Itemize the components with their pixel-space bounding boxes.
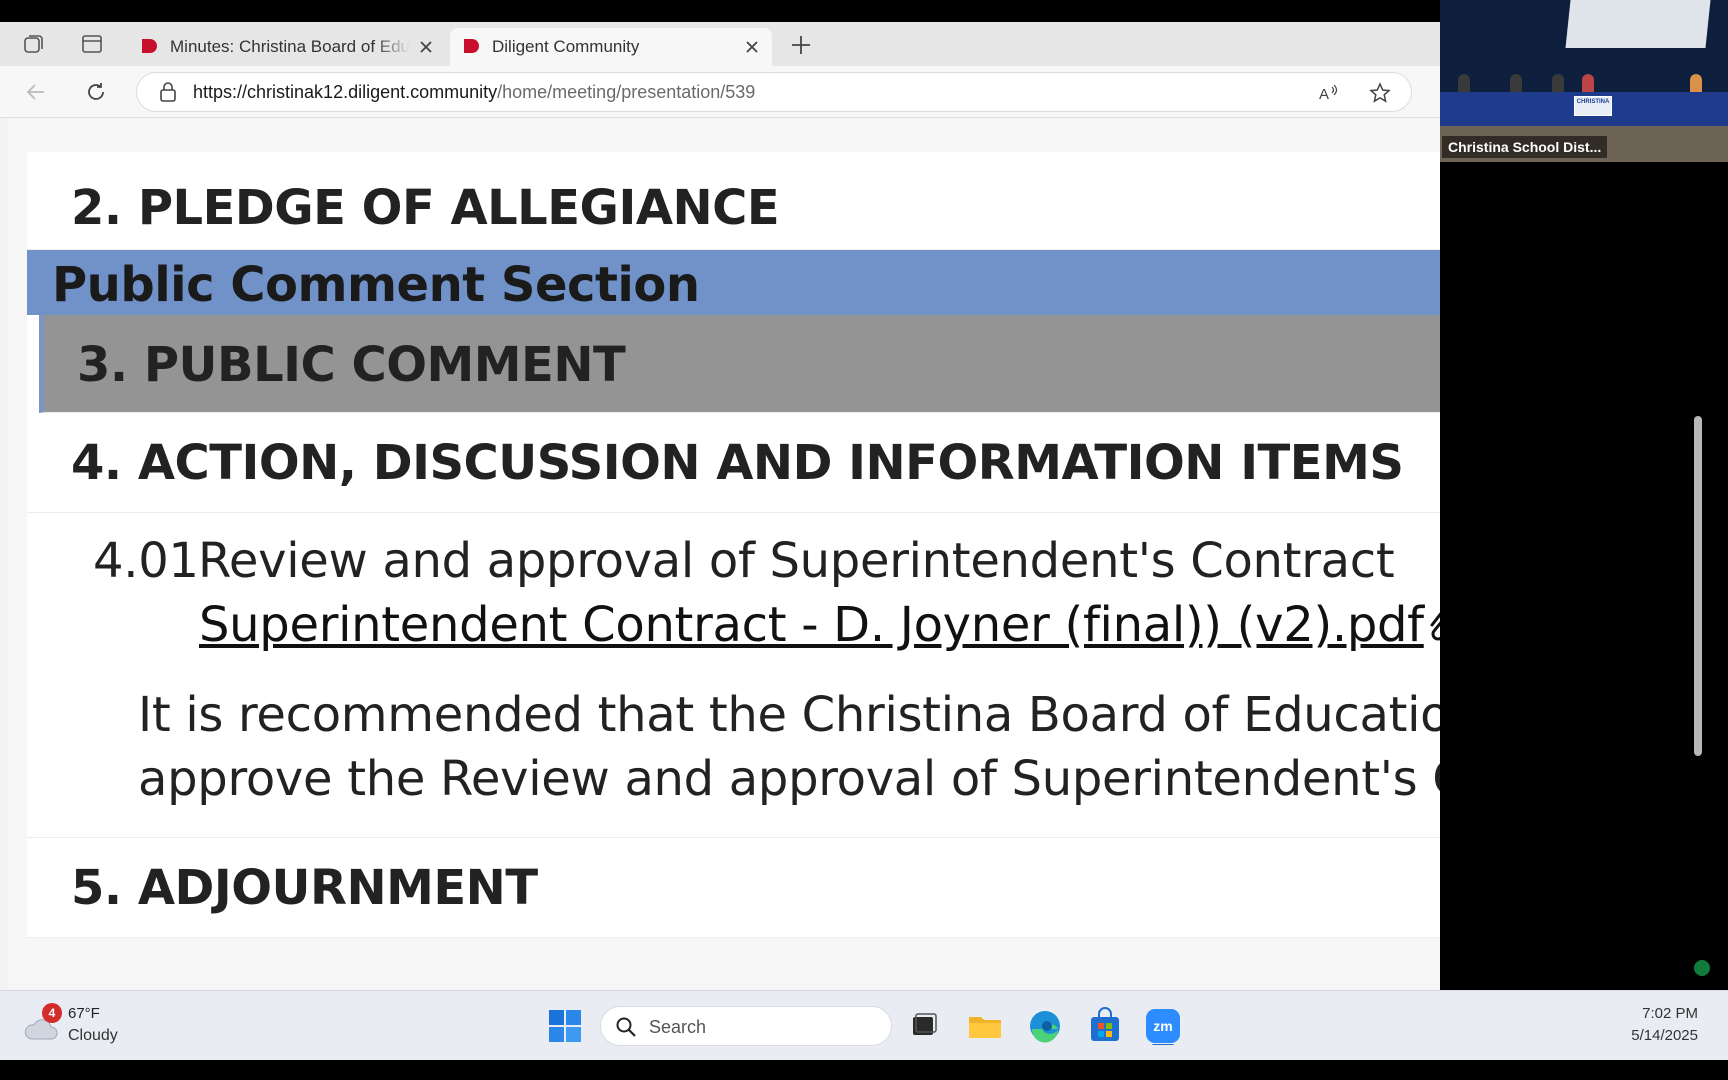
sub-item-title: Review and approval of Superintendent's … [198, 533, 1395, 589]
agenda-item-title: 2. PLEDGE OF ALLEGIANCE [71, 180, 780, 236]
read-aloud-icon[interactable]: A [1317, 82, 1339, 104]
address-bar[interactable]: https://christinak12.diligent.community/… [136, 72, 1412, 112]
sub-item-heading: 4.01Review and approval of Superintenden… [93, 533, 1440, 589]
weather-widget[interactable]: 4 67°F Cloudy [22, 1003, 182, 1051]
participant-figure [1510, 74, 1522, 94]
close-tab-icon[interactable] [416, 37, 436, 57]
participant-label: Christina School Dist... [1442, 136, 1608, 158]
url-host: https://christinak12.diligent.community [193, 81, 498, 102]
attachment-filename: Superintendent Contract - D. Joyner (fin… [199, 597, 1424, 653]
clock-time[interactable]: 7:02 PM [1642, 1005, 1698, 1022]
agenda-sub-item[interactable]: 4.01Review and approval of Superintenden… [27, 513, 1440, 838]
weather-condition: Cloudy [68, 1027, 118, 1044]
favorite-star-icon[interactable] [1369, 82, 1391, 104]
tab-title: Minutes: Christina Board of Educa [170, 37, 410, 56]
attachment-link[interactable]: Superintendent Contract - D. Joyner (fin… [199, 597, 1440, 653]
back-icon[interactable] [24, 80, 48, 104]
file-explorer-icon[interactable] [966, 1007, 1004, 1045]
participant-figure [1690, 74, 1702, 94]
diligent-favicon-icon [142, 39, 157, 53]
agenda-item-pledge[interactable]: 2. PLEDGE OF ALLEGIANCE [27, 152, 1440, 250]
agenda-item-title: 5. ADJOURNMENT [71, 860, 538, 916]
taskbar-search[interactable]: Search [600, 1006, 892, 1046]
zoom-video-thumbnail[interactable]: CHRISTINA Christina School Dist... [1440, 0, 1728, 162]
notification-badge: 4 [42, 1003, 62, 1023]
agenda-item-title: 4. ACTION, DISCUSSION AND INFORMATION IT… [71, 435, 1404, 491]
participant-figure [1458, 74, 1470, 94]
district-banner: CHRISTINA [1574, 96, 1612, 116]
agenda-item-adjournment[interactable]: 5. ADJOURNMENT [27, 838, 1440, 938]
windows-taskbar: 4 67°F Cloudy Search zm 7:02 PM 5/14/202… [0, 990, 1728, 1060]
section-title: Public Comment Section [52, 257, 700, 313]
status-indicator-dot [1694, 960, 1710, 976]
new-tab-icon[interactable] [790, 34, 812, 56]
tab-strip: Minutes: Christina Board of Educa Dilige… [0, 22, 1440, 66]
participant-figure [1552, 74, 1564, 94]
paperclip-icon [1430, 611, 1440, 641]
agenda-item-action[interactable]: 4. ACTION, DISCUSSION AND INFORMATION IT… [27, 413, 1440, 513]
browser-toolbar: https://christinak12.diligent.community/… [0, 66, 1440, 118]
search-placeholder: Search [649, 1017, 707, 1037]
section-header: Public Comment Section [27, 250, 1440, 315]
tab-actions-icon[interactable] [80, 32, 104, 56]
temperature: 67°F [68, 1005, 100, 1022]
edge-browser-icon[interactable] [1026, 1007, 1064, 1045]
svg-text:zm: zm [1153, 1018, 1172, 1034]
projector-screen [1565, 0, 1711, 48]
page-content: 2. PLEDGE OF ALLEGIANCE Public Comment S… [8, 118, 1440, 990]
tab-diligent-community[interactable]: Diligent Community [450, 28, 772, 66]
page-scrollbar[interactable] [1694, 416, 1702, 756]
diligent-favicon-icon [464, 39, 479, 53]
search-icon [616, 1017, 636, 1037]
microsoft-store-icon[interactable] [1086, 1007, 1124, 1045]
refresh-icon[interactable] [84, 80, 108, 104]
agenda-item-public-comment[interactable]: 3. PUBLIC COMMENT [39, 315, 1440, 413]
browser-window: Minutes: Christina Board of Educa Dilige… [0, 22, 1440, 990]
close-tab-icon[interactable] [742, 37, 762, 57]
agenda: 2. PLEDGE OF ALLEGIANCE Public Comment S… [27, 152, 1440, 938]
tab-title: Diligent Community [492, 37, 640, 56]
task-view-icon[interactable] [904, 1007, 942, 1045]
url-path: /home/meeting/presentation/539 [497, 81, 756, 102]
clock-date[interactable]: 5/14/2025 [1631, 1027, 1698, 1044]
windows-start-icon[interactable] [548, 1009, 582, 1043]
svg-text:A: A [1319, 86, 1329, 103]
recommendation-text: It is recommended that the Christina Boa… [138, 687, 1440, 807]
participant-figure [1582, 74, 1594, 94]
url-text: https://christinak12.diligent.community/… [193, 82, 755, 103]
sub-item-number: 4.01 [93, 533, 199, 589]
zoom-app-icon[interactable]: zm [1144, 1007, 1182, 1045]
agenda-item-title: 3. PUBLIC COMMENT [77, 337, 626, 393]
lock-icon[interactable] [159, 82, 177, 102]
tab-minutes[interactable]: Minutes: Christina Board of Educa [128, 28, 446, 66]
workspaces-icon[interactable] [22, 32, 46, 56]
